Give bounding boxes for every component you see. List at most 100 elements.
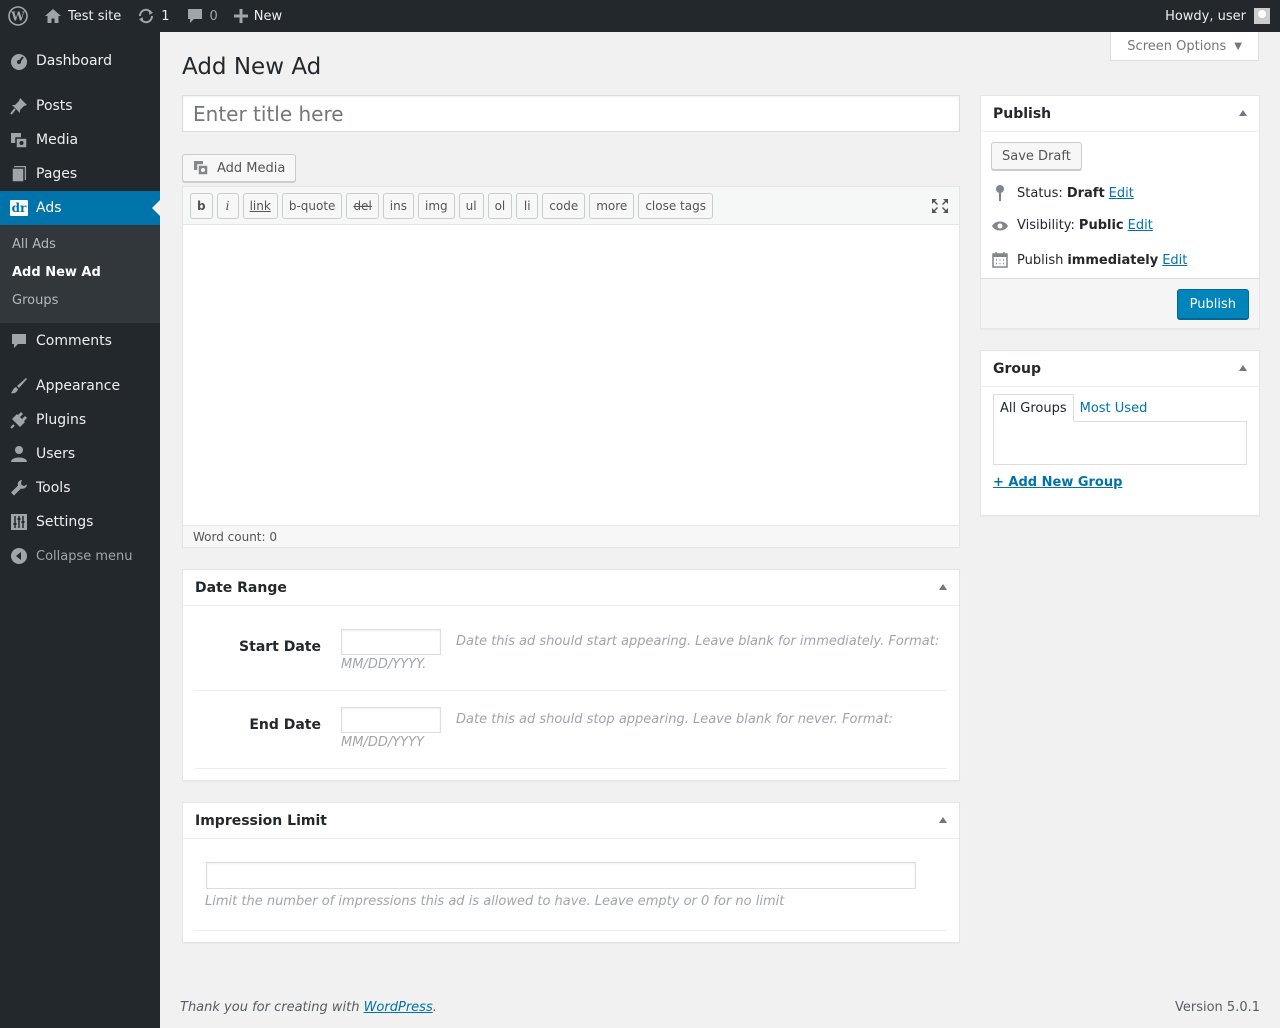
qt-del-button[interactable]: del bbox=[346, 192, 379, 219]
qt-ul-button[interactable]: ul bbox=[458, 192, 484, 219]
menu-label: Users bbox=[36, 446, 76, 462]
comments-link[interactable]: 0 bbox=[178, 0, 226, 32]
qt-ins-button[interactable]: ins bbox=[382, 192, 414, 219]
submenu-all-ads[interactable]: All Ads bbox=[0, 231, 160, 259]
updates-count: 1 bbox=[161, 8, 170, 24]
submenu-groups[interactable]: Groups bbox=[0, 287, 160, 315]
site-name-link[interactable]: Test site bbox=[36, 0, 129, 32]
visibility-label: Visibility: bbox=[1017, 218, 1075, 233]
wp-logo-button[interactable]: W bbox=[0, 0, 36, 32]
menu-label: Posts bbox=[36, 98, 73, 114]
date-range-header[interactable]: Date Range bbox=[183, 570, 959, 606]
menu-item-ads[interactable]: dr Ads bbox=[0, 191, 160, 225]
group-header[interactable]: Group bbox=[981, 351, 1259, 387]
impression-limit-header[interactable]: Impression Limit bbox=[183, 803, 959, 839]
group-title: Group bbox=[993, 360, 1042, 377]
menu-item-plugins[interactable]: Plugins bbox=[0, 403, 160, 437]
refresh-icon bbox=[137, 8, 155, 24]
comment-bubble-icon bbox=[186, 8, 204, 24]
footer-thanks-text: Thank you for creating with bbox=[180, 1000, 364, 1015]
status-edit-link[interactable]: Edit bbox=[1109, 186, 1134, 201]
status-row: Status: Draft Edit bbox=[991, 184, 1134, 202]
updates-link[interactable]: 1 bbox=[129, 0, 177, 32]
screen-options-button[interactable]: Screen Options ▼ bbox=[1110, 32, 1259, 61]
tab-most-used[interactable]: Most Used bbox=[1074, 394, 1154, 422]
divider bbox=[195, 930, 947, 931]
add-media-button[interactable]: Add Media bbox=[182, 154, 297, 182]
impression-limit-input[interactable] bbox=[206, 862, 916, 889]
paintbrush-icon bbox=[10, 377, 28, 395]
menu-item-dashboard[interactable]: Dashboard bbox=[0, 44, 160, 78]
menu-item-posts[interactable]: Posts bbox=[0, 89, 160, 123]
howdy-label: Howdy, user bbox=[1165, 8, 1246, 24]
user-icon bbox=[10, 445, 28, 463]
collapse-toggle-icon[interactable] bbox=[1239, 365, 1247, 371]
qt-italic-button[interactable]: i bbox=[216, 192, 239, 219]
qt-img-button[interactable]: img bbox=[417, 192, 455, 219]
add-new-group-link[interactable]: + Add New Group bbox=[993, 475, 1122, 490]
footer-thanks: Thank you for creating with WordPress. bbox=[180, 1000, 437, 1015]
menu-item-tools[interactable]: Tools bbox=[0, 471, 160, 505]
account-menu[interactable]: Howdy, user bbox=[1165, 8, 1280, 24]
new-label: New bbox=[253, 8, 283, 24]
publish-date-edit-link[interactable]: Edit bbox=[1162, 253, 1187, 268]
main-content: Screen Options ▼ Add New Ad Add Media b … bbox=[160, 32, 1280, 1028]
publish-date-row: Publish immediately Edit bbox=[991, 252, 1187, 268]
qt-more-button[interactable]: more bbox=[589, 192, 635, 219]
qt-bold-button[interactable]: b bbox=[190, 192, 213, 219]
qt-link-button[interactable]: link bbox=[242, 192, 278, 219]
collapse-toggle-icon[interactable] bbox=[939, 584, 947, 590]
new-content-link[interactable]: New bbox=[226, 0, 290, 32]
collapse-toggle-icon[interactable] bbox=[939, 817, 947, 823]
qt-ol-button[interactable]: ol bbox=[487, 192, 513, 219]
qt-close-tags-button[interactable]: close tags bbox=[638, 192, 713, 219]
title-input[interactable] bbox=[182, 95, 960, 132]
menu-item-media[interactable]: Media bbox=[0, 123, 160, 157]
menu-item-appearance[interactable]: Appearance bbox=[0, 369, 160, 403]
plus-icon bbox=[233, 9, 248, 23]
menu-item-users[interactable]: Users bbox=[0, 437, 160, 471]
home-icon bbox=[44, 8, 62, 24]
collapse-arrow-icon bbox=[10, 547, 28, 565]
collapse-toggle-icon[interactable] bbox=[1239, 110, 1247, 116]
wordpress-link[interactable]: WordPress bbox=[364, 1000, 433, 1015]
media-icon bbox=[10, 131, 28, 149]
publish-header[interactable]: Publish bbox=[981, 96, 1259, 132]
pin-icon bbox=[991, 184, 1009, 202]
start-date-label: Start Date bbox=[239, 639, 321, 655]
submenu-add-new-ad[interactable]: Add New Ad bbox=[0, 259, 160, 287]
word-count: Word count: 0 bbox=[183, 525, 959, 547]
menu-item-settings[interactable]: Settings bbox=[0, 505, 160, 539]
publish-button[interactable]: Publish bbox=[1176, 289, 1249, 319]
menu-label: Appearance bbox=[36, 378, 121, 394]
editor-textarea[interactable] bbox=[183, 225, 959, 525]
content-editor: b i link b-quote del ins img ul ol li co… bbox=[182, 186, 960, 548]
start-date-row: Start Date Date this ad should start app… bbox=[195, 606, 947, 691]
comment-bubble-icon bbox=[10, 332, 28, 350]
menu-item-pages[interactable]: Pages bbox=[0, 157, 160, 191]
collapse-menu-button[interactable]: Collapse menu bbox=[0, 539, 160, 573]
settings-sliders-icon bbox=[10, 513, 28, 531]
menu-label: Ads bbox=[36, 200, 62, 216]
qt-blockquote-button[interactable]: b-quote bbox=[281, 192, 343, 219]
group-checklist-panel bbox=[993, 421, 1247, 465]
save-draft-button[interactable]: Save Draft bbox=[991, 142, 1082, 170]
add-media-icon bbox=[193, 160, 211, 176]
menu-item-comments[interactable]: Comments bbox=[0, 324, 160, 358]
qt-code-button[interactable]: code bbox=[542, 192, 586, 219]
date-range-title: Date Range bbox=[195, 579, 287, 596]
quicktags-toolbar: b i link b-quote del ins img ul ol li co… bbox=[183, 187, 959, 225]
wordpress-logo-icon: W bbox=[8, 6, 28, 26]
tab-all-groups[interactable]: All Groups bbox=[993, 394, 1074, 422]
impression-limit-description: Limit the number of impressions this ad … bbox=[205, 894, 785, 909]
visibility-row: Visibility: Public Edit bbox=[991, 218, 1153, 233]
publish-date-value: immediately bbox=[1067, 252, 1159, 268]
impression-limit-title: Impression Limit bbox=[195, 812, 327, 829]
qt-li-button[interactable]: li bbox=[516, 192, 539, 219]
fullscreen-icon[interactable] bbox=[931, 198, 949, 214]
impression-limit-box: Impression Limit Limit the number of imp… bbox=[182, 802, 960, 943]
visibility-value: Public bbox=[1078, 218, 1124, 233]
visibility-edit-link[interactable]: Edit bbox=[1128, 218, 1153, 233]
ads-submenu: All Ads Add New Ad Groups bbox=[0, 225, 160, 323]
end-date-label: End Date bbox=[249, 717, 321, 733]
